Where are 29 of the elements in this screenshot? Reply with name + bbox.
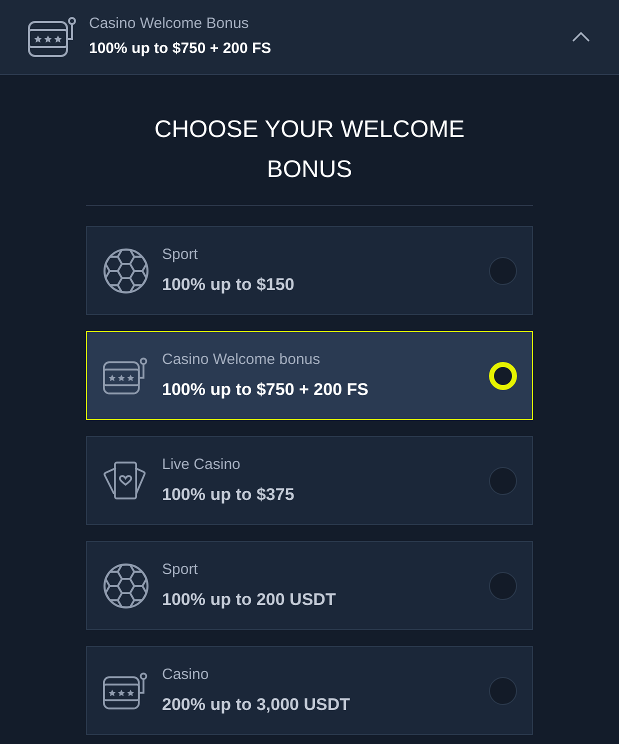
option-amount: 100% up to $375 <box>162 484 296 506</box>
bonus-option[interactable]: Live Casino 100% up to $375 <box>86 436 533 525</box>
option-label: Sport <box>162 245 199 265</box>
slot-machine-icon <box>103 356 149 396</box>
radio-button[interactable] <box>489 466 517 494</box>
option-amount: 200% up to 3,000 USDT <box>162 694 352 716</box>
slot-machine-icon <box>28 16 78 58</box>
radio-button[interactable] <box>489 572 517 600</box>
bonus-title: Casino Welcome Bonus <box>89 14 250 34</box>
option-amount: 100% up to 200 USDT <box>162 589 337 611</box>
bonus-option[interactable]: Casino Welcome bonus 100% up to $750 + 200 FS <box>86 331 533 420</box>
soccer-ball-icon <box>103 248 149 294</box>
chevron-up-icon[interactable] <box>572 32 590 42</box>
page-heading: CHOOSE YOUR WELCOME BONUS <box>153 115 466 185</box>
soccer-ball-icon <box>103 562 149 608</box>
option-label: Live Casino <box>162 455 242 475</box>
bonus-option[interactable]: Sport 100% up to $150 <box>86 226 533 315</box>
option-label: Sport <box>162 560 199 580</box>
option-amount: 100% up to $150 <box>162 274 296 296</box>
option-label: Casino Welcome bonus <box>162 350 322 370</box>
option-label: Casino <box>162 665 210 685</box>
selected-bonus-bar[interactable]: Casino Welcome Bonus 100% up to $750 + 200 FS <box>0 0 619 75</box>
option-amount: 100% up to $750 + 200 FS <box>162 379 370 401</box>
bonus-amount: 100% up to $750 + 200 FS <box>89 39 272 59</box>
radio-button[interactable] <box>489 676 517 704</box>
radio-button[interactable] <box>489 256 517 284</box>
bonus-option[interactable]: Sport 100% up to 200 USDT <box>86 541 533 630</box>
slot-machine-icon <box>103 670 149 710</box>
bonus-option[interactable]: Casino 200% up to 3,000 USDT <box>86 646 533 735</box>
